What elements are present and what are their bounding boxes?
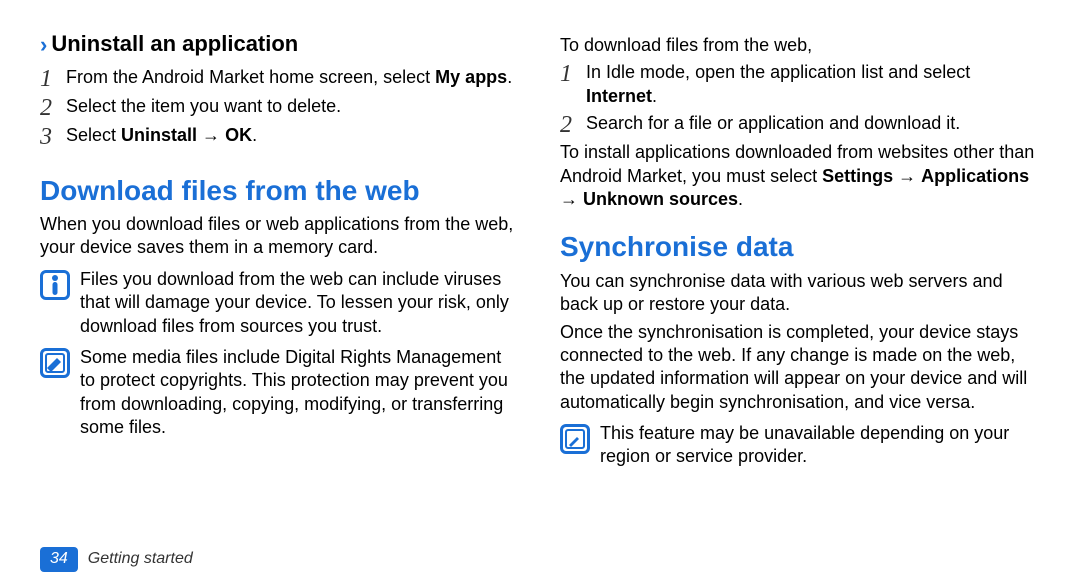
chevron-right-icon: ›: [40, 32, 47, 57]
uninstall-heading-text: Uninstall an application: [51, 31, 298, 56]
note-text: This feature may be unavailable dependin…: [600, 422, 1040, 469]
footer-section-label: Getting started: [88, 549, 193, 570]
step-item: 1 In Idle mode, open the application lis…: [560, 61, 1040, 108]
sync-para-2: Once the synchronisation is completed, y…: [560, 321, 1040, 415]
unknown-sources-note: To install applications downloaded from …: [560, 141, 1040, 211]
page-content: ›Uninstall an application 1 From the And…: [0, 0, 1080, 527]
step-item: 2 Select the item you want to delete.: [40, 95, 520, 120]
right-column: To download files from the web, 1 In Idl…: [560, 30, 1040, 477]
warning-text: Files you download from the web can incl…: [80, 268, 520, 338]
sync-para-1: You can synchronise data with various we…: [560, 270, 1040, 317]
uninstall-heading: ›Uninstall an application: [40, 30, 520, 60]
note-text: Some media files include Digital Rights …: [80, 346, 520, 440]
step-item: 1 From the Android Market home screen, s…: [40, 66, 520, 91]
step-text: Select Uninstall → OK.: [66, 124, 520, 147]
download-heading: Download files from the web: [40, 173, 520, 209]
note-callout: This feature may be unavailable dependin…: [560, 422, 1040, 469]
page-number-badge: 34: [40, 547, 78, 572]
step-text: Search for a file or application and dow…: [586, 112, 1040, 135]
note-icon: [560, 424, 590, 454]
note-icon: [40, 348, 70, 378]
step-number: 2: [40, 95, 66, 120]
step-number: 1: [40, 66, 66, 91]
download-web-intro: To download files from the web,: [560, 34, 1040, 57]
sync-heading: Synchronise data: [560, 229, 1040, 265]
step-item: 2 Search for a file or application and d…: [560, 112, 1040, 137]
step-text: Select the item you want to delete.: [66, 95, 520, 118]
step-number: 2: [560, 112, 586, 137]
step-text: In Idle mode, open the application list …: [586, 61, 1040, 108]
step-number: 3: [40, 124, 66, 149]
step-text: From the Android Market home screen, sel…: [66, 66, 520, 89]
warning-icon: [40, 270, 70, 300]
download-intro-para: When you download files or web applicati…: [40, 213, 520, 260]
step-number: 1: [560, 61, 586, 86]
left-column: ›Uninstall an application 1 From the And…: [40, 30, 520, 477]
warning-callout: Files you download from the web can incl…: [40, 268, 520, 338]
page-footer: 34 Getting started: [40, 547, 193, 572]
note-callout: Some media files include Digital Rights …: [40, 346, 520, 440]
step-item: 3 Select Uninstall → OK.: [40, 124, 520, 149]
